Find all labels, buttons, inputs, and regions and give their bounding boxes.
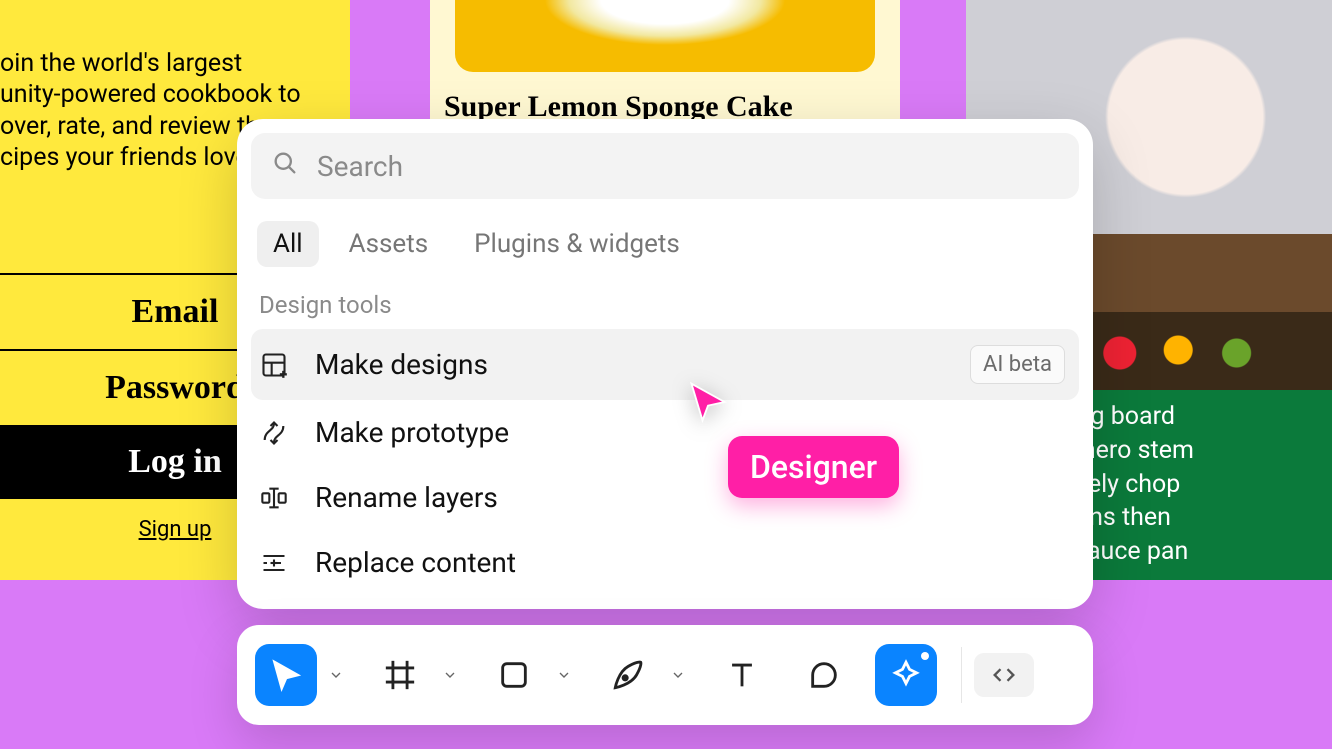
text-cursor-icon <box>259 483 289 513</box>
tab-plugins-widgets[interactable]: Plugins & widgets <box>458 221 696 267</box>
pen-tool-chevron[interactable] <box>665 667 691 683</box>
layout-plus-icon <box>259 350 289 380</box>
action-make-designs[interactable]: Make designs AI beta <box>251 329 1079 400</box>
action-label: Make designs <box>315 348 944 381</box>
frame-tool-chevron[interactable] <box>437 667 463 683</box>
tab-all[interactable]: All <box>257 221 319 267</box>
action-label: Replace content <box>315 546 1065 579</box>
dev-mode-toggle[interactable] <box>974 653 1034 697</box>
action-make-prototype[interactable]: Make prototype <box>251 400 1079 465</box>
move-tool-chevron[interactable] <box>323 667 349 683</box>
mock-recipe-image <box>455 0 875 72</box>
action-rename-layers[interactable]: Rename layers <box>251 465 1079 530</box>
ai-beta-badge: AI beta <box>970 345 1065 384</box>
action-label: Rename layers <box>315 481 1065 514</box>
multiplayer-cursor-label: Designer <box>728 436 899 498</box>
frame-tool-button[interactable] <box>369 644 431 706</box>
tab-assets[interactable]: Assets <box>333 221 445 267</box>
replace-lines-icon <box>259 548 289 578</box>
comment-tool-button[interactable] <box>793 644 855 706</box>
toolbar-divider <box>961 647 962 703</box>
actions-panel: Search All Assets Plugins & widgets Desi… <box>237 119 1093 609</box>
search-input[interactable]: Search <box>251 133 1079 199</box>
action-label: Make prototype <box>315 416 1065 449</box>
action-replace-content[interactable]: Replace content <box>251 530 1079 595</box>
text-tool-button[interactable] <box>711 644 773 706</box>
filter-tabs: All Assets Plugins & widgets <box>251 199 1079 277</box>
ai-actions-button[interactable] <box>875 644 937 706</box>
shape-tool-chevron[interactable] <box>551 667 577 683</box>
move-tool-button[interactable] <box>255 644 317 706</box>
bottom-toolbar: .toolbar .tb-group:nth-child(6) .tb-btn … <box>237 625 1093 725</box>
prototype-flow-icon <box>259 418 289 448</box>
group-label-design-tools: Design tools <box>251 277 1079 329</box>
search-placeholder: Search <box>317 150 403 183</box>
shape-tool-button[interactable] <box>483 644 545 706</box>
search-icon <box>271 149 299 184</box>
pen-tool-button[interactable] <box>597 644 659 706</box>
